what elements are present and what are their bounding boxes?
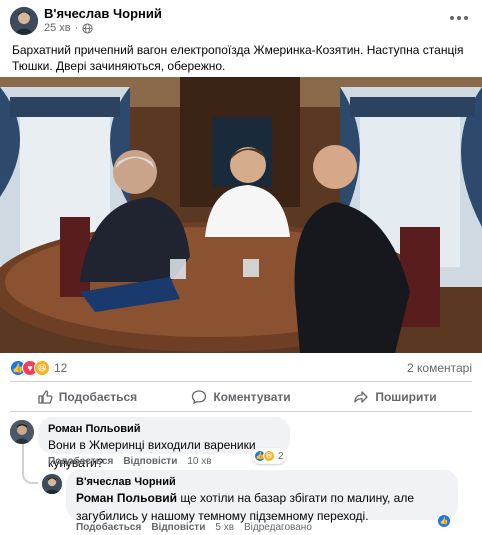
comment-button[interactable]: Коментувати <box>164 385 318 409</box>
comment-icon <box>192 390 207 405</box>
comment-actions: Подобається Відповісти 10 хв <box>48 456 212 467</box>
author-name[interactable]: В'ячеслав Чорний <box>44 6 162 21</box>
post-actions: Подобається Коментувати Поширити <box>10 385 472 409</box>
comment-bubble: Роман Польовий Вони в Жмеринці виходили … <box>38 417 290 470</box>
reactions-bar: 👍 ♥ 😆 12 2 коментарі <box>10 360 472 376</box>
post-header: В'ячеслав Чорний 25 хв · <box>0 0 482 40</box>
comment-reactions[interactable]: 👍 😆 2 <box>252 448 286 464</box>
like-button[interactable]: Подобається <box>10 385 164 409</box>
post-time[interactable]: 25 хв <box>44 22 71 34</box>
post-photo[interactable] <box>0 77 482 353</box>
reply-actions: Подобається Відповісти 5 хв Відредагован… <box>76 522 312 533</box>
comment-button-label: Коментувати <box>213 390 291 404</box>
commenter-avatar[interactable] <box>10 420 34 444</box>
comment-like-link[interactable]: Подобається <box>48 456 113 467</box>
more-options-icon[interactable] <box>450 12 470 24</box>
comment-reply-link[interactable]: Відповісти <box>123 456 177 467</box>
share-button[interactable]: Поширити <box>318 385 472 409</box>
share-button-label: Поширити <box>375 390 437 404</box>
reply-author-avatar[interactable] <box>42 474 62 494</box>
reaction-count[interactable]: 12 <box>54 361 67 375</box>
post-text: Бархатний причепний вагон електропоїзда … <box>12 43 464 73</box>
reply-like-link[interactable]: Подобається <box>76 522 141 533</box>
reply-reply-link[interactable]: Відповісти <box>151 522 205 533</box>
divider <box>10 411 472 412</box>
like-button-label: Подобається <box>58 390 138 404</box>
haha-reaction-icon: 😆 <box>34 360 50 376</box>
reaction-icons[interactable]: 👍 ♥ 😆 <box>10 360 50 376</box>
haha-reaction-icon: 😆 <box>263 450 275 462</box>
comment-count[interactable]: 2 коментарі <box>407 361 472 375</box>
reply-mention[interactable]: Роман Польовий <box>76 491 177 505</box>
share-icon <box>354 391 368 403</box>
comment-time[interactable]: 10 хв <box>187 456 211 467</box>
comment-author[interactable]: Роман Польовий <box>48 423 280 436</box>
divider <box>10 381 472 382</box>
author-avatar[interactable] <box>10 7 38 35</box>
reply-author[interactable]: В'ячеслав Чорний <box>76 476 448 489</box>
reply-edited-label: Відредаговано <box>244 522 312 533</box>
reply-bubble: В'ячеслав Чорний Роман Польовий ще хотіл… <box>66 470 458 523</box>
globe-icon <box>82 22 93 34</box>
reply-like-reaction-icon[interactable]: 👍 <box>437 514 451 528</box>
post-meta: 25 хв · <box>44 22 93 34</box>
reply-thread-line <box>22 444 38 484</box>
thumbs-up-icon <box>38 390 53 404</box>
reply-time[interactable]: 5 хв <box>215 522 234 533</box>
comment-reaction-count: 2 <box>278 450 284 462</box>
